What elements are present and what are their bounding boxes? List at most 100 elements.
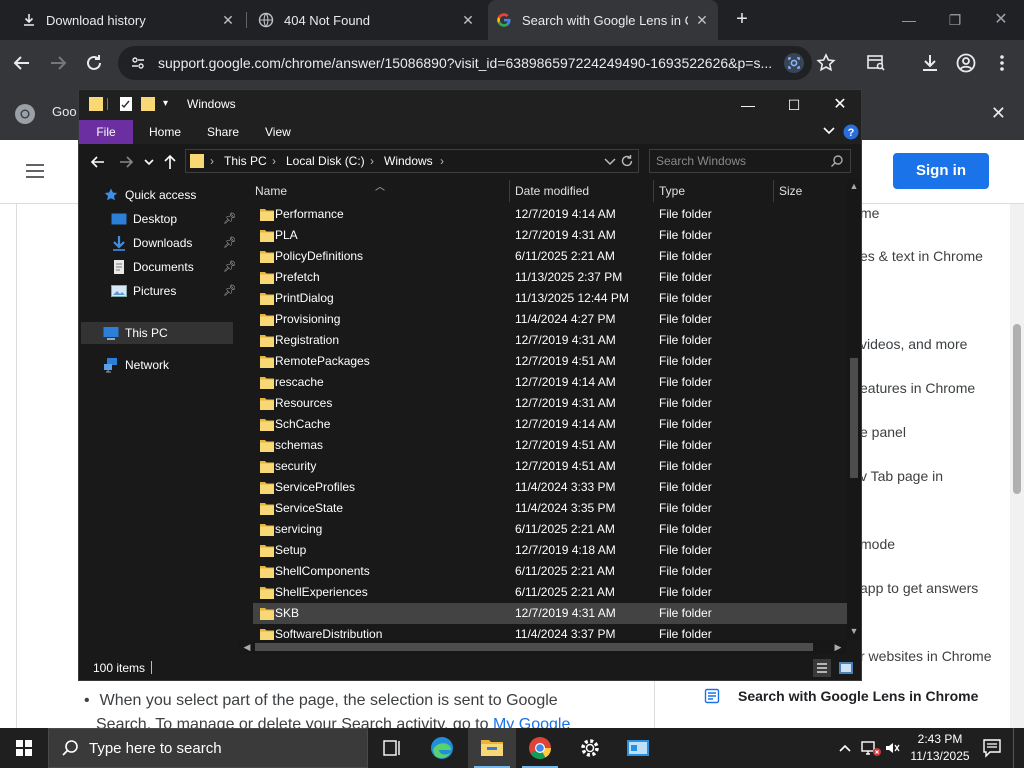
nav-downloads[interactable]: Downloads 📌︎: [111, 232, 237, 254]
menu-icon[interactable]: [24, 162, 46, 180]
help-icon[interactable]: ?: [843, 124, 859, 140]
ribbon-tab-share[interactable]: Share: [207, 120, 239, 144]
breadcrumb-separator-icon[interactable]: ›: [440, 150, 444, 172]
toc-link[interactable]: app to get answers: [860, 580, 978, 596]
file-explorer-taskbar-button[interactable]: [468, 728, 516, 768]
nav-pictures[interactable]: Pictures 📌︎: [111, 280, 237, 302]
nav-network[interactable]: Network: [103, 354, 233, 376]
infobar-close-icon[interactable]: ✕: [991, 103, 1006, 124]
customize-toolbar-icon[interactable]: ▾: [163, 98, 168, 109]
recent-locations-icon[interactable]: [143, 153, 161, 171]
close-tab-icon[interactable]: ✕: [460, 12, 476, 28]
show-hidden-icons-icon[interactable]: [838, 739, 852, 757]
nav-quick-access[interactable]: Quick access: [103, 184, 233, 206]
explorer-address-bar[interactable]: › This PC › Local Disk (C:) › Windows ›: [185, 149, 639, 173]
notifications-icon[interactable]: [982, 738, 1004, 758]
nav-this-pc[interactable]: This PC: [103, 322, 233, 344]
toc-link[interactable]: e panel: [860, 424, 906, 440]
file-row[interactable]: SchCache 12/7/2019 4:14 AM File folder: [253, 414, 847, 435]
file-row[interactable]: ServiceProfiles 11/4/2024 3:33 PM File fol…: [253, 477, 847, 498]
breadcrumb-separator-icon[interactable]: ›: [370, 150, 374, 172]
refresh-icon[interactable]: [620, 154, 634, 168]
back-icon[interactable]: [10, 51, 34, 75]
file-row[interactable]: PrintDialog 11/13/2025 12:44 PM File folde…: [253, 288, 847, 309]
chrome-taskbar-button[interactable]: [516, 728, 564, 768]
file-row[interactable]: ShellExperiences 6/11/2025 2:21 AM File fo…: [253, 582, 847, 603]
my-google-link[interactable]: My Google: [493, 716, 570, 728]
scroll-right-icon[interactable]: ▶: [833, 642, 843, 652]
file-row[interactable]: Registration 12/7/2019 4:31 AM File folder: [253, 330, 847, 351]
close-window-icon[interactable]: ✕: [986, 8, 1016, 32]
tab-search-icon[interactable]: [864, 51, 888, 75]
file-row[interactable]: Provisioning 11/4/2024 4:27 PM File folder: [253, 309, 847, 330]
bookmark-star-icon[interactable]: [814, 51, 838, 75]
file-row[interactable]: servicing 6/11/2025 2:21 AM File folder: [253, 519, 847, 540]
new-folder-icon[interactable]: [141, 96, 155, 112]
ribbon-tab-home[interactable]: Home: [149, 120, 181, 144]
file-row[interactable]: security 12/7/2019 4:51 AM File folder: [253, 456, 847, 477]
column-header-name[interactable]: Name: [255, 178, 287, 204]
column-divider[interactable]: [773, 180, 774, 202]
vertical-scrollbar[interactable]: ▲ ▼: [847, 178, 861, 640]
scrollbar-thumb[interactable]: [850, 358, 858, 478]
file-row[interactable]: Resources 12/7/2019 4:31 AM File folder: [253, 393, 847, 414]
tab-download-history[interactable]: Download history ✕: [8, 0, 244, 40]
maximize-icon[interactable]: ☐: [771, 90, 817, 120]
site-info-icon[interactable]: [130, 55, 146, 71]
horizontal-scrollbar[interactable]: ◀ ▶: [239, 640, 847, 654]
network-status-icon[interactable]: [860, 739, 882, 757]
toc-link[interactable]: eatures in Chrome: [860, 380, 975, 396]
tab-google-lens[interactable]: Search with Google Lens in Chrome ✕: [488, 0, 718, 40]
new-tab-button[interactable]: +: [730, 8, 754, 32]
search-input[interactable]: [656, 152, 826, 170]
address-bar[interactable]: support.google.com/chrome/answer/1508689…: [118, 46, 812, 80]
more-menu-icon[interactable]: [990, 51, 1014, 75]
minimize-icon[interactable]: —: [725, 90, 771, 120]
file-row[interactable]: Setup 12/7/2019 4:18 AM File folder: [253, 540, 847, 561]
sign-in-button[interactable]: Sign in: [893, 153, 989, 189]
explorer-title-bar[interactable]: ▾ Windows — ☐ ✕: [79, 90, 861, 120]
control-panel-taskbar-button[interactable]: [614, 728, 662, 768]
forward-icon[interactable]: [117, 153, 135, 171]
breadcrumb-this-pc[interactable]: This PC: [224, 150, 267, 172]
breadcrumb-separator-icon[interactable]: ›: [272, 150, 276, 172]
close-tab-icon[interactable]: ✕: [220, 12, 236, 28]
file-row[interactable]: Performance 12/7/2019 4:14 AM File folder: [253, 204, 847, 225]
scrollbar-thumb[interactable]: [255, 643, 813, 651]
page-scrollbar-thumb[interactable]: [1013, 324, 1021, 494]
lens-icon[interactable]: [782, 51, 806, 75]
taskbar-search-box[interactable]: Type here to search: [48, 728, 368, 768]
back-icon[interactable]: [89, 153, 107, 171]
explorer-search-box[interactable]: [649, 149, 851, 173]
toc-link[interactable]: es & text in Chrome: [860, 248, 983, 264]
forward-icon[interactable]: [46, 51, 70, 75]
expand-ribbon-icon[interactable]: [823, 124, 835, 138]
file-row[interactable]: SKB 12/7/2019 4:31 AM File folder: [253, 603, 847, 624]
breadcrumb-separator-icon[interactable]: ›: [210, 150, 214, 172]
breadcrumb-local-disk[interactable]: Local Disk (C:): [286, 150, 365, 172]
task-view-button[interactable]: [368, 728, 416, 768]
column-header-date[interactable]: Date modified: [515, 178, 589, 204]
toc-link[interactable]: me: [860, 205, 879, 221]
search-icon[interactable]: [830, 154, 844, 168]
nav-desktop[interactable]: Desktop 📌︎: [111, 208, 237, 230]
restore-icon[interactable]: ❐: [940, 8, 970, 32]
profile-icon[interactable]: [954, 51, 978, 75]
file-row[interactable]: SoftwareDistribution 11/4/2024 3:37 PM Fil…: [253, 624, 847, 640]
downloads-icon[interactable]: [918, 51, 942, 75]
toc-link[interactable]: videos, and more: [860, 336, 967, 352]
reload-icon[interactable]: [82, 51, 106, 75]
file-row[interactable]: PolicyDefinitions 6/11/2025 2:21 AM File f…: [253, 246, 847, 267]
column-divider[interactable]: [653, 180, 654, 202]
properties-icon[interactable]: [119, 96, 133, 112]
minimize-icon[interactable]: —: [894, 8, 924, 32]
file-row[interactable]: Prefetch 11/13/2025 2:37 PM File folder: [253, 267, 847, 288]
up-icon[interactable]: [161, 153, 179, 171]
column-header-type[interactable]: Type: [659, 178, 685, 204]
volume-icon[interactable]: [884, 739, 900, 757]
settings-taskbar-button[interactable]: [566, 728, 614, 768]
system-clock[interactable]: 2:43 PM 11/13/2025: [904, 731, 976, 765]
tab-404-not-found[interactable]: 404 Not Found ✕: [248, 0, 484, 40]
ribbon-tab-view[interactable]: View: [265, 120, 291, 144]
file-row[interactable]: ShellComponents 6/11/2025 2:21 AM File fol…: [253, 561, 847, 582]
